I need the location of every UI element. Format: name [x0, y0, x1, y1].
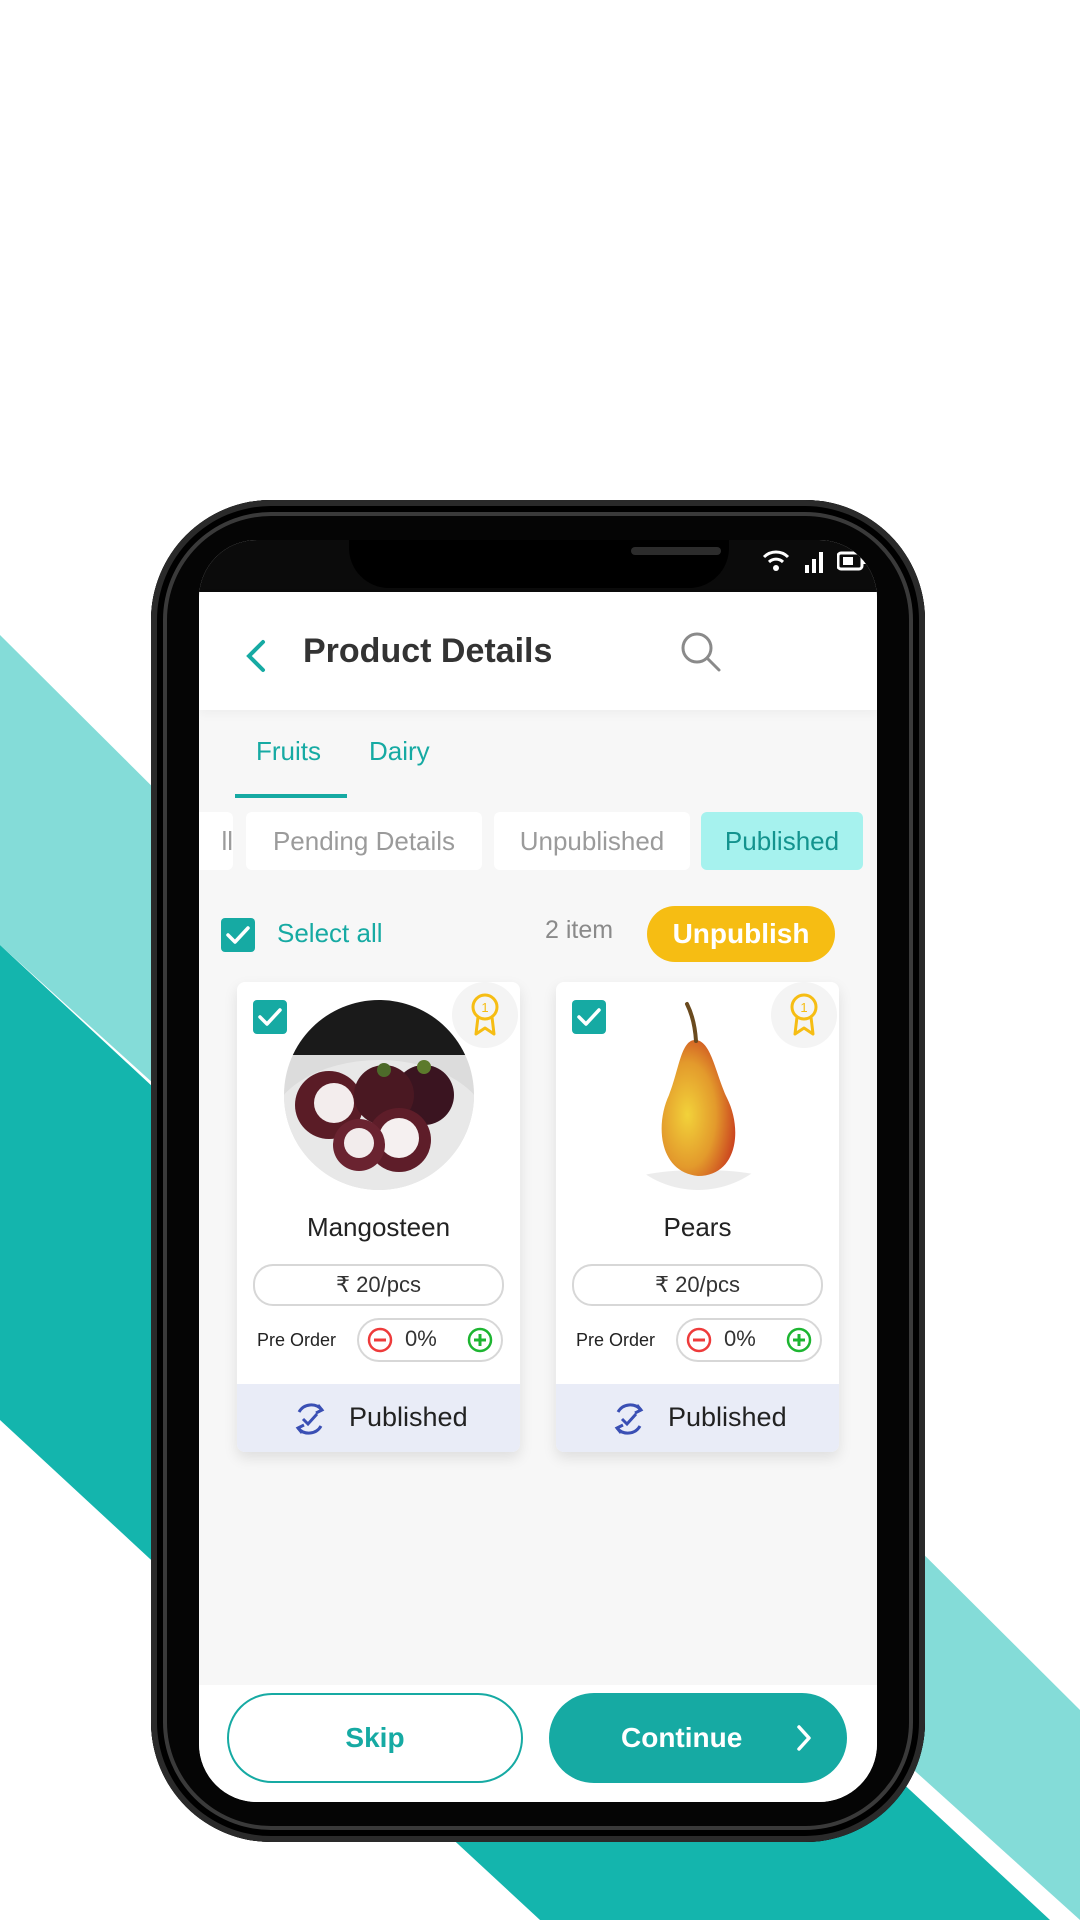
- tab-all[interactable]: ll: [199, 812, 233, 870]
- plus-icon[interactable]: [786, 1327, 812, 1353]
- checkmark-icon: [258, 1008, 282, 1026]
- preorder-stepper: 0%: [357, 1318, 503, 1362]
- checkmark-icon: [226, 926, 250, 944]
- tab-pending-details[interactable]: Pending Details: [246, 812, 482, 870]
- sync-check-icon: [614, 1403, 644, 1435]
- minus-icon[interactable]: [686, 1327, 712, 1353]
- preorder-value: 0%: [724, 1326, 756, 1351]
- preorder-label: Pre Order: [576, 1330, 656, 1350]
- speaker: [631, 547, 721, 555]
- product-name: Pears: [663, 1212, 732, 1242]
- select-all-label[interactable]: Select all: [277, 918, 383, 949]
- status-bar: Published: [556, 1384, 839, 1452]
- preorder-value: 0%: [405, 1326, 437, 1351]
- svg-text:1: 1: [481, 1000, 488, 1015]
- price-pill: ₹ 20/pcs: [572, 1264, 823, 1306]
- search-button[interactable]: [679, 630, 723, 674]
- product-checkbox[interactable]: [253, 1000, 287, 1034]
- svg-text:1: 1: [800, 1000, 807, 1015]
- tab-fruits[interactable]: Fruits: [256, 736, 321, 767]
- page-title: Product Details: [303, 632, 553, 670]
- back-button[interactable]: [241, 638, 271, 674]
- checkmark-icon: [577, 1008, 601, 1026]
- mangosteen-image: [284, 1000, 474, 1190]
- selection-row: Select all 2 item Unpublish: [221, 906, 861, 966]
- price-pill: ₹ 20/pcs: [253, 1264, 504, 1306]
- wifi-icon: [761, 548, 791, 579]
- notch: [349, 540, 729, 588]
- continue-label: Continue: [621, 1722, 743, 1753]
- status-label: Published: [349, 1402, 468, 1432]
- status-bar: [199, 540, 877, 592]
- unpublish-button[interactable]: Unpublish: [647, 906, 835, 962]
- tab-unpublished[interactable]: Unpublished: [494, 812, 690, 870]
- award-ribbon-icon: 1: [471, 993, 499, 1036]
- chevron-right-icon: [797, 1725, 811, 1751]
- tab-dairy[interactable]: Dairy: [369, 736, 430, 767]
- active-tab-indicator: [235, 794, 347, 798]
- select-all-checkbox[interactable]: [221, 918, 255, 952]
- chevron-left-icon: [246, 640, 265, 672]
- search-icon: [681, 632, 721, 672]
- award-ribbon-icon: 1: [790, 993, 818, 1036]
- sync-check-icon: [295, 1403, 325, 1435]
- plus-icon[interactable]: [467, 1327, 493, 1353]
- tab-published[interactable]: Published: [701, 812, 863, 870]
- product-card[interactable]: 1 Pears ₹ 20/pcs Pre Order 0% Published: [556, 982, 839, 1452]
- award-badge: 1: [771, 982, 837, 1048]
- product-checkbox[interactable]: [572, 1000, 606, 1034]
- app-screen: Product Details Fruits Dairy ll Pending …: [199, 540, 877, 1802]
- app-header: Product Details: [199, 592, 877, 710]
- item-count: 2 item: [545, 916, 614, 944]
- continue-button[interactable]: Continue: [549, 1693, 847, 1783]
- battery-icon: [836, 551, 867, 576]
- product-name: Mangosteen: [306, 1212, 451, 1242]
- status-bar: Published: [237, 1384, 520, 1452]
- status-label: Published: [668, 1402, 787, 1432]
- award-badge: 1: [452, 982, 518, 1048]
- product-card[interactable]: 1 Mangosteen ₹ 20/pcs Pre Order 0% Publi…: [237, 982, 520, 1452]
- pear-image: [603, 1000, 793, 1190]
- skip-button[interactable]: Skip: [227, 1693, 523, 1783]
- status-filter-tabs: ll Pending Details Unpublished Published: [199, 812, 877, 870]
- preorder-label: Pre Order: [257, 1330, 337, 1350]
- minus-icon[interactable]: [367, 1327, 393, 1353]
- preorder-stepper: 0%: [676, 1318, 822, 1362]
- signal-icon: [803, 549, 825, 578]
